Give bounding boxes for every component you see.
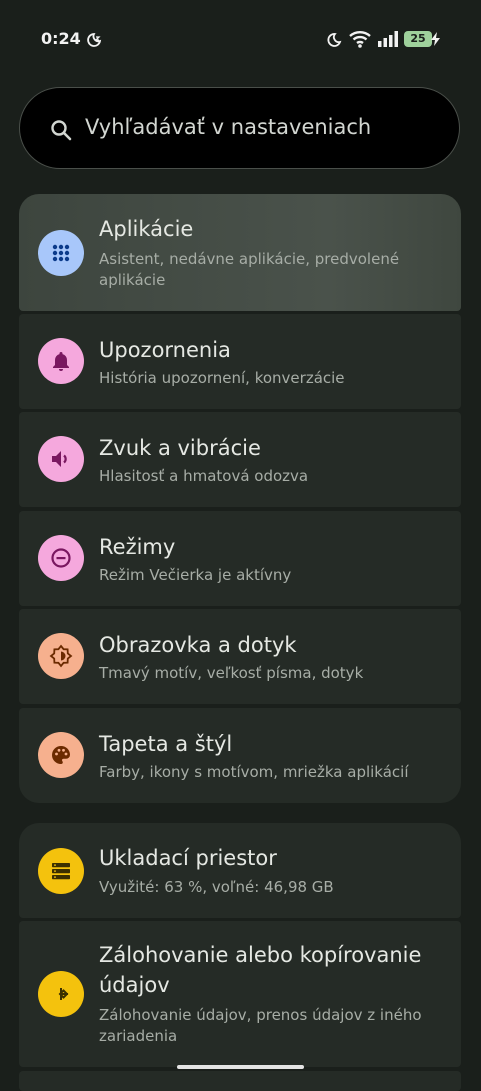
modes-icon-circle bbox=[38, 535, 84, 581]
settings-item-sound[interactable]: Zvuk a vibrácie Hlasitosť a hmatová odoz… bbox=[19, 412, 461, 507]
item-title: Režimy bbox=[99, 535, 176, 559]
item-title: Obrazovka a dotyk bbox=[99, 633, 297, 657]
item-title: Aplikácie bbox=[99, 217, 194, 241]
brightness-icon bbox=[49, 644, 73, 668]
home-indicator[interactable] bbox=[177, 1065, 304, 1069]
settings-item-next[interactable] bbox=[19, 1071, 461, 1091]
status-time: 0:24 bbox=[41, 29, 81, 48]
wallpaper-icon-circle bbox=[38, 732, 84, 778]
signal-icon bbox=[378, 31, 398, 47]
item-subtitle: Zálohovanie údajov, prenos údajov z inéh… bbox=[99, 1006, 422, 1045]
item-title: Zvuk a vibrácie bbox=[99, 436, 261, 460]
item-subtitle: Farby, ikony s motívom, mriežka aplikáci… bbox=[99, 763, 409, 781]
bedtime-icon bbox=[87, 33, 102, 47]
battery-indicator: 25 bbox=[404, 31, 432, 47]
search-bar[interactable]: Vyhľadávať v nastaveniach bbox=[19, 87, 460, 169]
item-subtitle: Hlasitosť a hmatová odozva bbox=[99, 467, 309, 485]
palette-icon bbox=[52, 746, 70, 764]
search-icon bbox=[51, 120, 72, 141]
settings-item-display[interactable]: Obrazovka a dotyk Tmavý motív, veľkosť p… bbox=[19, 609, 461, 704]
wifi-icon bbox=[349, 31, 371, 48]
storage-icon-circle bbox=[38, 848, 84, 894]
notifications-icon-circle bbox=[38, 338, 84, 384]
volume-icon bbox=[52, 451, 67, 467]
item-title: Tapeta a štýl bbox=[99, 732, 233, 756]
charging-icon bbox=[431, 32, 440, 46]
item-title-line1: Zálohovanie alebo kopírovanie bbox=[99, 943, 422, 967]
settings-item-modes[interactable]: Režimy Režim Večierka je aktívny bbox=[19, 511, 461, 606]
settings-item-backup[interactable]: Zálohovanie alebo kopírovanie údajov Zál… bbox=[19, 921, 461, 1067]
search-placeholder: Vyhľadávať v nastaveniach bbox=[85, 115, 372, 139]
settings-item-storage[interactable]: Ukladací priestor Využité: 63 %, voľné: … bbox=[19, 823, 461, 918]
bell-icon bbox=[53, 352, 69, 371]
item-subtitle: Asistent, nedávne aplikácie, predvolené … bbox=[99, 250, 400, 289]
dnd-moon-icon bbox=[327, 33, 342, 47]
settings-item-wallpaper[interactable]: Tapeta a štýl Farby, ikony s motívom, mr… bbox=[19, 708, 461, 803]
status-bar: 0:24 25 bbox=[0, 0, 481, 80]
item-title-line2: údajov bbox=[99, 973, 170, 997]
settings-item-notifications[interactable]: Upozornenia História upozornení, konverz… bbox=[19, 314, 461, 409]
item-subtitle: Využité: 63 %, voľné: 46,98 GB bbox=[99, 878, 334, 896]
apps-icon-circle bbox=[38, 230, 84, 276]
apps-grid-icon bbox=[52, 244, 70, 262]
transfer-icon bbox=[58, 988, 69, 1000]
settings-item-apps[interactable]: Aplikácie Asistent, nedávne aplikácie, p… bbox=[19, 194, 461, 311]
item-subtitle: História upozornení, konverzácie bbox=[99, 369, 345, 387]
display-icon-circle bbox=[38, 633, 84, 679]
item-title: Ukladací priestor bbox=[99, 846, 277, 870]
do-not-disturb-icon bbox=[51, 548, 71, 568]
item-title: Upozornenia bbox=[99, 338, 231, 362]
item-subtitle: Tmavý motív, veľkosť písma, dotyk bbox=[99, 664, 364, 682]
item-subtitle: Režim Večierka je aktívny bbox=[99, 566, 292, 584]
backup-icon-circle bbox=[38, 971, 84, 1017]
sound-icon-circle bbox=[38, 436, 84, 482]
storage-icon bbox=[52, 863, 70, 880]
